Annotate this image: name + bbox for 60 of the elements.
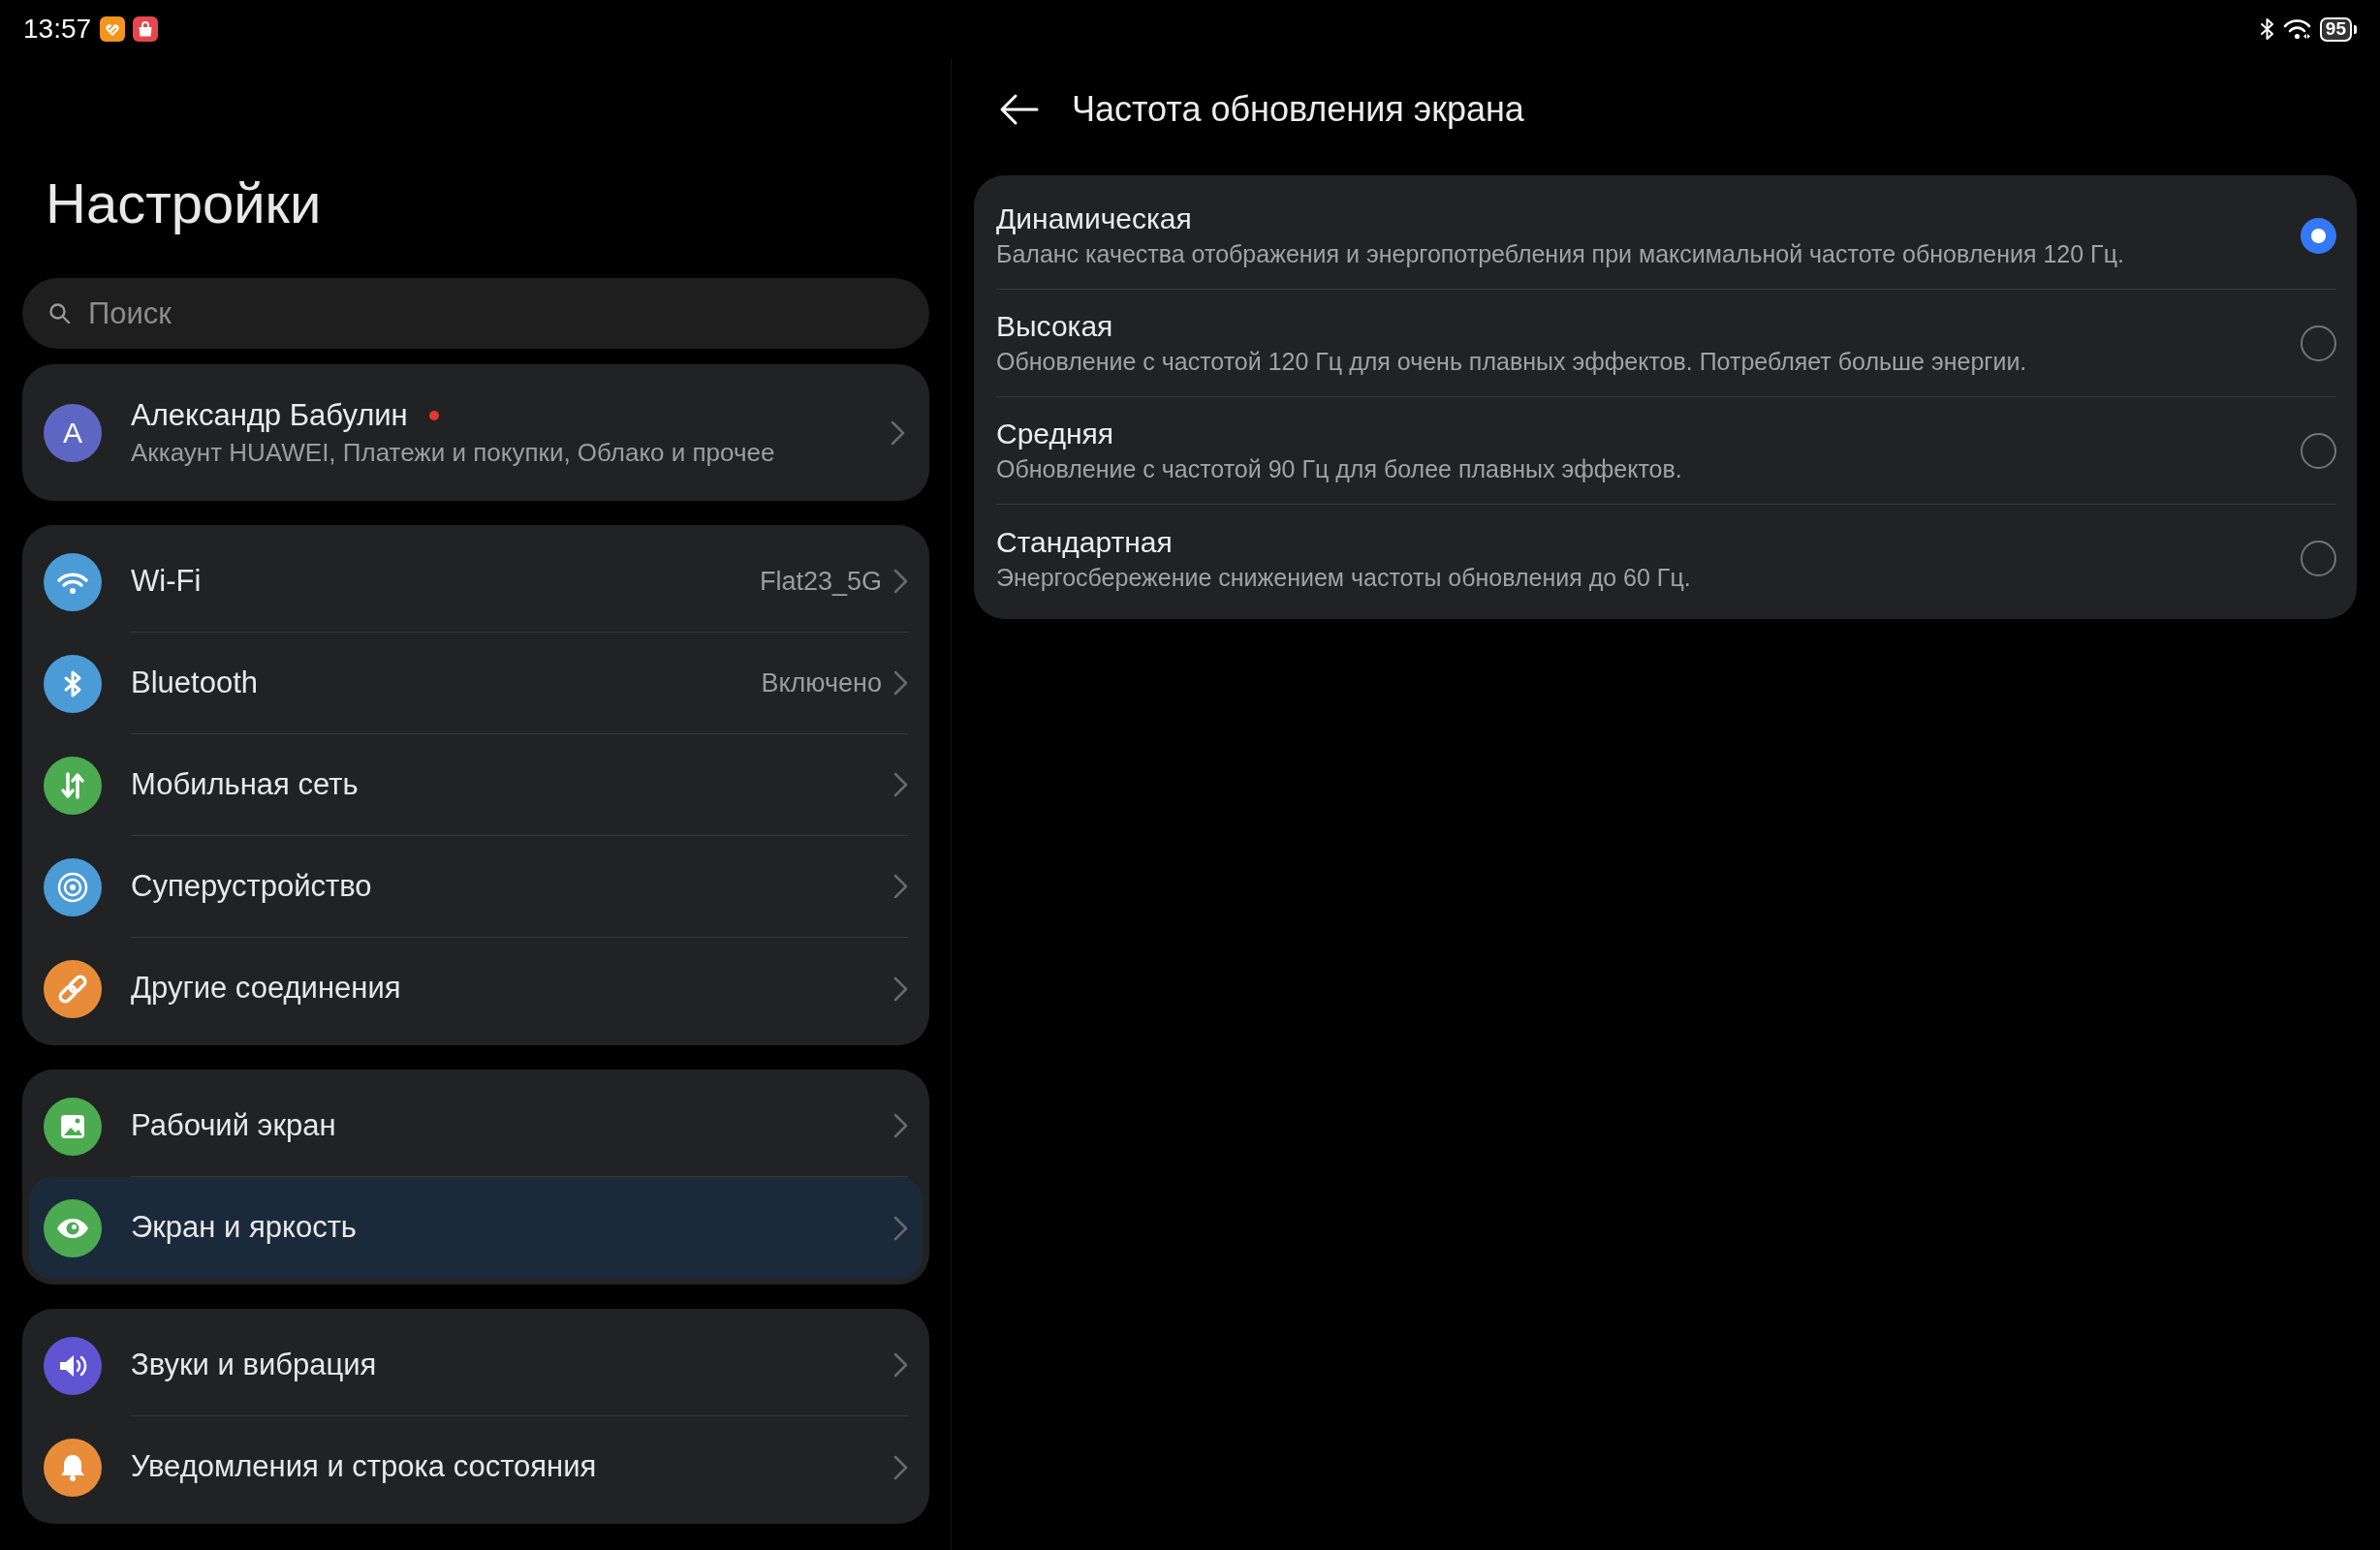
settings-item[interactable]: Wi-Fi Flat23_5G [29,531,923,633]
account-name: Александр Бабулин [131,396,408,434]
chevron-right-icon [893,1352,908,1378]
battery-percent: 95 [2319,16,2352,42]
option-title: Средняя [996,418,1113,450]
item-label: Bluetooth [131,664,258,701]
settings-item[interactable]: Суперустройство [29,836,923,938]
chevron-right-icon [893,569,908,594]
option-title: Высокая [996,310,1113,342]
item-label: Уведомления и строка состояния [131,1448,597,1486]
option-title: Динамическая [996,202,1192,234]
back-arrow-icon[interactable] [999,93,1040,126]
item-label: Мобильная сеть [131,765,359,803]
item-value: Flat23_5G [759,565,882,598]
item-label: Рабочий экран [131,1106,336,1144]
clock-time: 13:57 [23,13,92,46]
settings-item[interactable]: Мобильная сеть [29,734,923,836]
chevron-right-icon [893,976,908,1002]
account-subtitle: Аккаунт HUAWEI, Платежи и покупки, Облако и прочее [131,437,775,467]
item-label: Экран и яркость [131,1209,357,1247]
chevron-right-icon [893,772,908,797]
page-title: Настройки [46,170,322,236]
settings-item[interactable]: Звуки и вибрация [29,1315,923,1416]
item-label: Wi-Fi [131,562,202,600]
avatar-initial: А [44,403,102,462]
chevron-right-icon [893,1113,908,1138]
search-icon [48,302,71,325]
chevron-right-icon [893,1215,908,1241]
radio-button[interactable] [2301,217,2336,254]
radio-button[interactable] [2301,432,2336,469]
settings-item[interactable]: Экран и яркость [29,1177,923,1279]
chevron-right-icon [893,874,908,899]
radio-button[interactable] [2301,325,2336,361]
option-description: Энергосбережение снижением частоты обновления до 60 Гц. [996,563,1691,591]
item-label: Суперустройство [131,867,372,905]
radio-button[interactable] [2301,541,2336,576]
bag-app-icon [133,16,159,42]
item-value: Включено [761,666,882,699]
item-label: Звуки и вибрация [131,1346,377,1383]
bluetooth-icon [2258,16,2275,42]
page-title: Частота обновления экрана [1072,88,1524,131]
option-description: Обновление с частотой 120 Гц для очень плавных эффектов. Потребляет больше энергии. [996,348,2027,375]
heart-app-icon [100,16,126,42]
option-description: Обновление с частотой 90 Гц для более плавных эффектов. [996,455,1682,482]
chevron-right-icon [893,1454,908,1480]
refresh-rate-option[interactable]: Средняя Обновление с частотой 90 Гц для более плавных эффектов. [996,397,2336,505]
settings-item[interactable]: Уведомления и строка состояния [29,1416,923,1518]
settings-item[interactable]: Bluetooth Включено [29,633,923,734]
chevron-right-icon [893,670,908,696]
refresh-rate-option[interactable]: Высокая Обновление с частотой 120 Гц для очень плавных эффектов. Потребляет больше энергии. [996,290,2336,397]
search-field[interactable]: Поиск [22,278,929,349]
item-label: Другие соединения [131,970,401,1008]
account-card[interactable]: А Александр Бабулин Аккаунт HUAWEI, Платежи и покупки, Облако и прочее [22,364,929,501]
refresh-rate-option[interactable]: Стандартная Энергосбережение снижением частоты обновления до 60 Гц. [996,505,2336,612]
refresh-rate-option[interactable]: Динамическая Баланс качества отображения и энергопотребления при максимальной частоте обновления 120 Гц. [996,182,2336,290]
option-description: Баланс качества отображения и энергопотребления при максимальной частоте обновления 120 Гц. [996,240,2124,267]
chevron-right-icon [891,419,905,446]
settings-item[interactable]: Другие соединения [29,938,923,1039]
option-title: Стандартная [996,525,1173,558]
wifi-icon [2282,18,2311,40]
